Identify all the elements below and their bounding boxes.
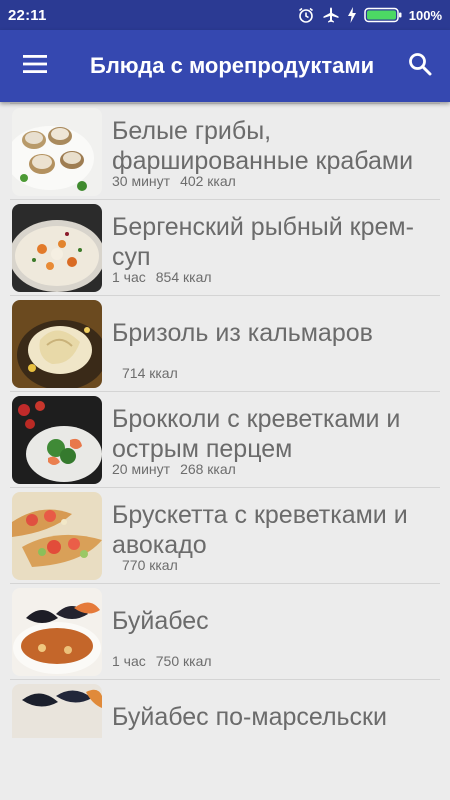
recipe-thumbnail	[12, 396, 102, 484]
recipe-meta: 30 минут 402 ккал	[112, 173, 236, 189]
page-title: Блюда с морепродуктами	[90, 53, 375, 78]
recipe-kcal: 854 ккал	[155, 269, 212, 285]
menu-icon	[23, 54, 47, 79]
alarm-icon	[297, 6, 315, 24]
menu-button[interactable]	[0, 30, 70, 102]
recipe-thumbnail	[12, 684, 102, 738]
recipe-title: Буйабес по-марсельски	[112, 703, 387, 731]
recipe-kcal: 268 ккал	[180, 461, 236, 477]
recipe-title: Бризоль из кальмаров	[112, 319, 373, 347]
recipe-thumbnail	[12, 492, 102, 580]
recipe-time: 20 минут	[112, 461, 171, 477]
recipe-title: Буйабес	[112, 607, 209, 635]
search-button[interactable]	[390, 30, 450, 102]
status-icons: 100%	[297, 6, 442, 24]
list-item[interactable]: Бризоль из кальмаров 714 ккал	[10, 296, 440, 392]
recipe-thumbnail	[12, 300, 102, 388]
recipe-title: Брускетта с креветками и авокадо	[112, 501, 408, 559]
recipe-time: 1 час	[112, 269, 146, 285]
recipe-list[interactable]: Белые грибы, фаршированные крабами 30 ми…	[0, 102, 450, 738]
battery-percentage: 100%	[408, 7, 442, 23]
recipe-meta: 1 час 854 ккал	[112, 269, 212, 285]
recipe-kcal: 402 ккал	[180, 173, 236, 189]
recipe-time: 1 час	[112, 653, 146, 669]
recipe-meta: 1 час 750 ккал	[112, 653, 212, 669]
battery-icon	[364, 7, 402, 23]
recipe-title: Брокколи с креветками и острым перцем	[112, 405, 401, 463]
recipe-meta: 20 минут 268 ккал	[112, 461, 236, 477]
recipe-thumbnail	[12, 204, 102, 292]
list-item[interactable]: Буйабес по-марсельски	[10, 680, 440, 738]
recipe-kcal: 770 ккал	[122, 557, 178, 573]
status-time: 22:11	[8, 6, 47, 24]
recipe-time: 30 минут	[112, 173, 171, 189]
recipe-title: Бергенский рыбный крем-суп	[112, 213, 414, 271]
list-item[interactable]: Буйабес 1 час 750 ккал	[10, 584, 440, 680]
recipe-kcal: 750 ккал	[155, 653, 212, 669]
recipe-thumbnail	[12, 588, 102, 676]
recipe-thumbnail	[12, 108, 102, 196]
list-item[interactable]: Белые грибы, фаршированные крабами 30 ми…	[10, 104, 440, 200]
list-item[interactable]: Бергенский рыбный крем-суп 1 час 854 кка…	[10, 200, 440, 296]
airplane-icon	[322, 6, 340, 24]
recipe-kcal: 714 ккал	[122, 365, 178, 381]
app-bar: Блюда с морепродуктами	[0, 30, 450, 102]
search-icon	[408, 52, 432, 81]
list-item[interactable]: Брускетта с креветками и авокадо 770 кка…	[10, 488, 440, 584]
status-bar: 22:11 100%	[0, 0, 450, 30]
recipe-meta: 770 ккал	[112, 557, 178, 573]
recipe-meta: 714 ккал	[112, 365, 178, 381]
recipe-title: Белые грибы, фаршированные крабами	[112, 117, 414, 175]
list-item[interactable]: Брокколи с креветками и острым перцем 20…	[10, 392, 440, 488]
charging-icon	[347, 7, 357, 23]
